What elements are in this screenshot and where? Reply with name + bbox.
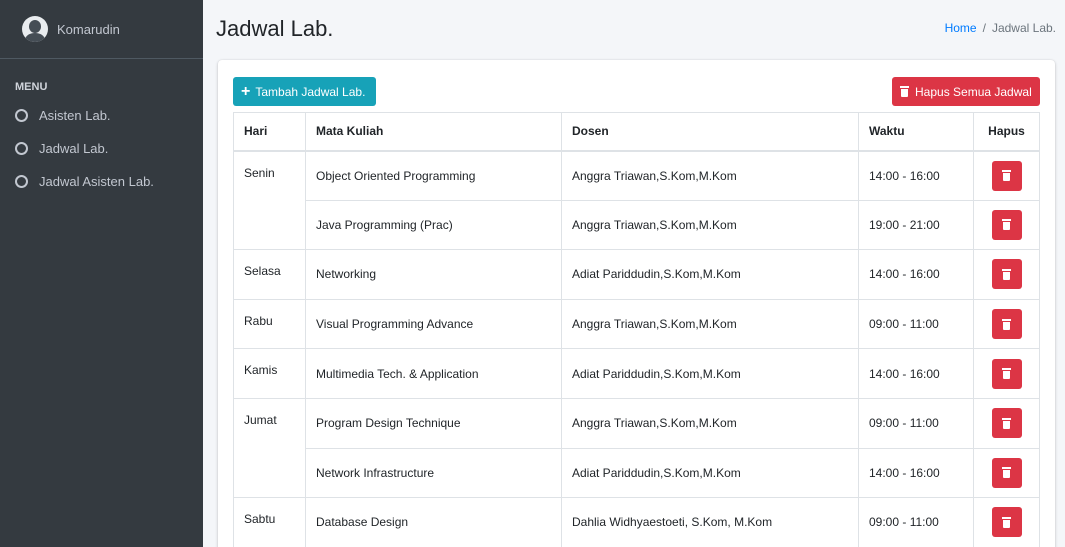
cell-waktu: 09:00 - 11:00: [858, 298, 974, 350]
cell-dosen: Adiat Pariddudin,S.Kom,M.Kom: [561, 249, 859, 300]
sidebar-item-label: Asisten Lab.: [39, 108, 111, 123]
cell-mata-kuliah: Network Infrastructure: [305, 447, 562, 499]
cell-dosen: Dahlia Widhyaestoeti, S.Kom, M.Kom: [561, 497, 859, 547]
delete-row-button[interactable]: [991, 457, 1022, 488]
delete-row-button[interactable]: [991, 209, 1022, 240]
plus-icon: +: [241, 82, 251, 100]
breadcrumb-current: Jadwal Lab.: [991, 21, 1056, 35]
add-schedule-label: Tambah Jadwal Lab.: [255, 84, 366, 99]
cell-mata-kuliah: Multimedia Tech. & Application: [305, 348, 562, 399]
add-schedule-button[interactable]: + Tambah Jadwal Lab.: [233, 77, 376, 106]
delete-row-button[interactable]: [991, 160, 1022, 191]
sidebar-item-label: Jadwal Asisten Lab.: [39, 174, 154, 189]
sidebar-item-label: Jadwal Lab.: [39, 141, 109, 156]
delete-row-button[interactable]: [991, 408, 1022, 439]
cell-dosen: Anggra Triawan,S.Kom,M.Kom: [561, 150, 859, 201]
table-row: Java Programming (Prac) Anggra Triawan,S.…: [234, 199, 1040, 251]
cell-hari: Rabu: [233, 298, 306, 350]
cell-waktu: 14:00 - 16:00: [858, 447, 974, 499]
cell-hapus: [973, 249, 1040, 300]
trash-icon: [1002, 268, 1011, 280]
table-row: Network Infrastructure Adiat Pariddudin,S…: [234, 447, 1040, 499]
column-header-mata-kuliah: Mata Kuliah: [305, 112, 562, 152]
cell-waktu: 19:00 - 21:00: [858, 199, 974, 251]
trash-icon: [1002, 170, 1011, 182]
delete-row-button[interactable]: [991, 358, 1022, 389]
user-panel[interactable]: Komarudin: [0, 0, 203, 59]
cell-hapus: [973, 150, 1040, 201]
trash-icon: [1002, 368, 1011, 380]
cell-hari: Selasa: [233, 249, 306, 300]
content-header: Jadwal Lab. Home / Jadwal Lab.: [203, 0, 1065, 58]
trash-icon: [1002, 219, 1011, 231]
cell-hari: Sabtu: [233, 497, 306, 547]
cell-hari: Kamis: [233, 348, 306, 399]
column-header-waktu: Waktu: [858, 112, 974, 152]
trash-icon: [900, 86, 909, 97]
cell-dosen: Adiat Pariddudin,S.Kom,M.Kom: [561, 447, 859, 499]
table-row: Jumat Program Design Technique Anggra Tria…: [233, 397, 1040, 499]
breadcrumb-separator: /: [982, 21, 986, 35]
cell-mata-kuliah: Object Oriented Programming: [305, 150, 562, 201]
cell-dosen: Adiat Pariddudin,S.Kom,M.Kom: [561, 348, 859, 399]
cell-dosen: Anggra Triawan,S.Kom,M.Kom: [561, 298, 859, 350]
cell-mata-kuliah: Program Design Technique: [305, 397, 562, 449]
circle-icon: [15, 142, 28, 155]
cell-hapus: [973, 348, 1040, 399]
trash-icon: [1002, 318, 1011, 330]
delete-row-button[interactable]: [991, 259, 1022, 290]
table-row: Selasa Networking Adiat Pariddudin,S.Kom,M…: [233, 249, 1040, 300]
sidebar-item-jadwal-asisten-lab[interactable]: Jadwal Asisten Lab.: [0, 165, 203, 198]
user-name[interactable]: Komarudin: [57, 22, 120, 37]
table-row: Kamis Multimedia Tech. & Application Adiat…: [233, 348, 1040, 399]
avatar: [22, 16, 48, 42]
cell-hapus: [973, 447, 1040, 499]
breadcrumb-home-link[interactable]: Home: [945, 21, 977, 35]
breadcrumb: Home / Jadwal Lab.: [945, 21, 1056, 35]
schedule-table: Hari Mata Kuliah Dosen Waktu Hapus Senin…: [233, 112, 1040, 547]
cell-waktu: 14:00 - 16:00: [858, 150, 974, 201]
page-title: Jadwal Lab.: [216, 16, 334, 41]
schedule-card: + Tambah Jadwal Lab. Hapus Semua Jadwal …: [218, 60, 1055, 547]
table-header-row: Hari Mata Kuliah Dosen Waktu Hapus: [233, 112, 1040, 152]
trash-icon: [1002, 417, 1011, 429]
table-body: Senin Object Oriented Programming Anggra T…: [233, 149, 1040, 547]
table-row: Sabtu Database Design Dahlia Widhyaestoeti…: [233, 497, 1040, 547]
table-row: Senin Object Oriented Programming Anggra T…: [233, 149, 1040, 251]
cell-dosen: Anggra Triawan,S.Kom,M.Kom: [561, 397, 859, 449]
cell-mata-kuliah: Java Programming (Prac): [305, 199, 562, 251]
cell-hari: Jumat: [233, 397, 306, 499]
delete-row-button[interactable]: [991, 507, 1022, 538]
cell-hapus: [973, 199, 1040, 251]
sidebar-item-jadwal-lab[interactable]: Jadwal Lab.: [0, 132, 203, 165]
cell-waktu: 09:00 - 11:00: [858, 397, 974, 449]
menu-header: MENU: [15, 81, 48, 93]
circle-icon: [15, 109, 28, 122]
cell-hari: Senin: [233, 149, 306, 251]
cell-dosen: Anggra Triawan,S.Kom,M.Kom: [561, 199, 859, 251]
cell-mata-kuliah: Database Design: [305, 497, 562, 547]
cell-hapus: [973, 298, 1040, 350]
trash-icon: [1002, 516, 1011, 528]
delete-row-button[interactable]: [991, 309, 1022, 340]
column-header-hapus: Hapus: [973, 112, 1040, 152]
cell-hapus: [973, 397, 1040, 449]
trash-icon: [1002, 467, 1011, 479]
sidebar-item-asisten-lab[interactable]: Asisten Lab.: [0, 99, 203, 132]
cell-mata-kuliah: Networking: [305, 249, 562, 300]
column-header-dosen: Dosen: [561, 112, 859, 152]
sidebar: Komarudin MENU Asisten Lab. Jadwal Lab. …: [0, 0, 203, 547]
cell-mata-kuliah: Visual Programming Advance: [305, 298, 562, 350]
delete-all-label: Hapus Semua Jadwal: [915, 84, 1032, 99]
cell-waktu: 09:00 - 11:00: [858, 497, 974, 547]
cell-waktu: 14:00 - 16:00: [858, 249, 974, 300]
delete-all-schedules-button[interactable]: Hapus Semua Jadwal: [892, 77, 1040, 106]
table-row: Rabu Visual Programming Advance Anggra Tri…: [233, 298, 1040, 350]
column-header-hari: Hari: [233, 112, 306, 152]
circle-icon: [15, 175, 28, 188]
cell-waktu: 14:00 - 16:00: [858, 348, 974, 399]
cell-hapus: [973, 497, 1040, 547]
